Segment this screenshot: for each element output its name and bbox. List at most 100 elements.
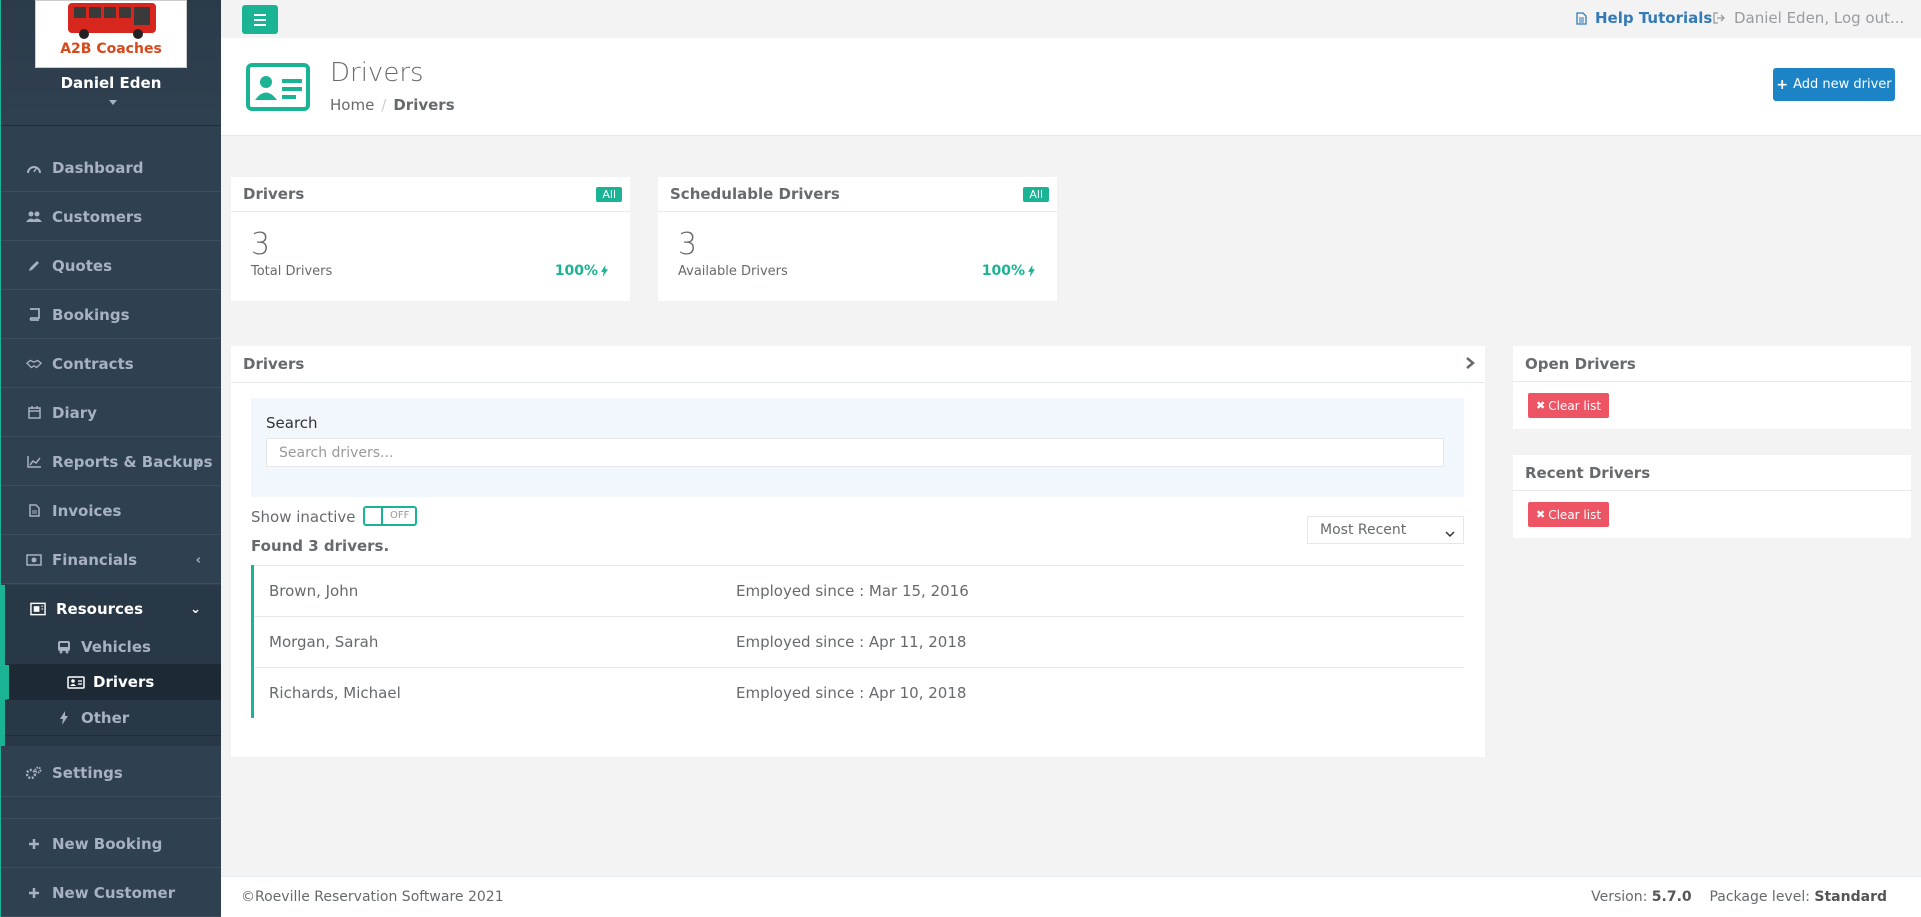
id-card-icon — [246, 63, 310, 115]
bus-icon — [55, 639, 73, 655]
sidebar-item-customers[interactable]: Customers — [1, 193, 221, 241]
widget-total-drivers: Drivers All 3 Total Drivers 100% — [231, 177, 630, 301]
logout-link[interactable]: Daniel Eden, Log out... — [1713, 9, 1904, 27]
widget-badge: All — [596, 187, 622, 202]
sidebar-item-label: Customers — [52, 207, 143, 226]
id-card-icon — [67, 674, 85, 690]
sidebar-subitem-vehicles[interactable]: Vehicles — [5, 630, 221, 665]
page-title: Drivers — [330, 58, 424, 88]
sidebar-subitem-label: Drivers — [93, 673, 155, 691]
sidebar-item-label: New Booking — [52, 834, 163, 853]
widget-label: Available Drivers — [678, 264, 788, 279]
drivers-panel: Drivers Search Show inactive OFF Most Re… — [231, 346, 1485, 757]
sidebar-item-new-customer[interactable]: New Customer — [1, 869, 221, 917]
sidebar-item-label: Bookings — [52, 305, 130, 324]
plus-icon — [26, 885, 42, 901]
sidebar-subitem-label: Vehicles — [81, 638, 151, 656]
sidebar-subitem-label: Other — [81, 709, 130, 727]
calendar-icon — [26, 405, 42, 421]
sidebar-item-invoices[interactable]: Invoices — [1, 487, 221, 535]
breadcrumb-home-link[interactable]: Home — [330, 96, 374, 114]
sort-select[interactable]: Most Recent — [1307, 516, 1464, 544]
chevron-right-icon[interactable] — [1465, 356, 1475, 374]
sidebar-item-bookings[interactable]: Bookings — [1, 291, 221, 339]
resources-submenu: Vehicles Drivers Other — [1, 630, 221, 746]
sidebar-item-dashboard[interactable]: Dashboard — [1, 144, 221, 192]
top-bar: Help Tutorials Daniel Eden, Log out... — [221, 0, 1921, 38]
sidebar-subitem-other[interactable]: Other — [5, 701, 221, 736]
file-icon — [26, 503, 42, 519]
sidebar-divider — [1, 799, 221, 819]
close-icon: ✖ — [1536, 399, 1546, 412]
add-new-driver-label: Add new driver — [1793, 77, 1892, 92]
toggle-knob — [365, 508, 383, 524]
package-value: Standard — [1814, 889, 1887, 905]
widget-header: Schedulable Drivers All — [658, 177, 1057, 212]
driver-employed-since: Employed since : Mar 15, 2016 — [736, 582, 969, 600]
panel-header: Drivers — [231, 346, 1485, 383]
plus-icon — [26, 836, 42, 852]
driver-name[interactable]: Richards, Michael — [269, 684, 401, 702]
widget-title: Drivers — [243, 185, 305, 203]
sidebar-item-label: Diary — [52, 403, 97, 422]
sidebar-item-resources[interactable]: Resources ⌄ — [1, 585, 221, 633]
bolt-icon — [1028, 265, 1035, 277]
profile-caret-icon[interactable] — [109, 100, 117, 105]
found-count: Found 3 drivers. — [251, 537, 390, 555]
sidebar-item-label: Contracts — [52, 354, 134, 373]
sidebar-item-contracts[interactable]: Contracts — [1, 340, 221, 388]
driver-name[interactable]: Brown, John — [269, 582, 358, 600]
page-heading: Drivers Home / Drivers + Add new driver — [221, 38, 1921, 136]
recent-drivers-title: Recent Drivers — [1513, 455, 1911, 491]
dashboard-icon — [26, 160, 42, 176]
clear-list-label: Clear list — [1548, 398, 1602, 413]
show-inactive-toggle[interactable]: OFF — [363, 506, 417, 526]
sidebar-item-label: Financials — [52, 550, 138, 569]
widget-percentage-value: 100% — [554, 263, 598, 279]
sidebar-item-reports[interactable]: Reports & Backups ‹ — [1, 438, 221, 486]
sidebar-item-financials[interactable]: Financials ‹ — [1, 536, 221, 584]
sidebar-item-quotes[interactable]: Quotes — [1, 242, 221, 290]
sidebar-subitem-drivers[interactable]: Drivers — [5, 665, 221, 700]
help-tutorials-link[interactable]: Help Tutorials — [1576, 9, 1712, 27]
sidebar-item-label: Reports & Backups — [52, 452, 213, 471]
table-row[interactable]: Morgan, Sarah Employed since : Apr 11, 2… — [254, 616, 1464, 667]
sidebar-item-settings[interactable]: Settings — [1, 749, 221, 797]
gears-icon — [26, 765, 42, 781]
plus-icon: + — [1776, 76, 1789, 93]
pencil-icon — [26, 258, 42, 274]
breadcrumb: Home / Drivers — [330, 96, 455, 114]
chevron-left-icon: ‹ — [195, 553, 201, 568]
widget-value: 3 — [678, 227, 698, 262]
search-input[interactable] — [266, 438, 1444, 467]
driver-name[interactable]: Morgan, Sarah — [269, 633, 378, 651]
widget-schedulable-drivers: Schedulable Drivers All 3 Available Driv… — [658, 177, 1057, 301]
sidebar-item-new-booking[interactable]: New Booking — [1, 820, 221, 868]
driver-employed-since: Employed since : Apr 11, 2018 — [736, 633, 967, 651]
users-icon — [26, 209, 42, 225]
widget-percentage: 100% — [555, 263, 608, 279]
bolt-icon — [55, 710, 73, 726]
search-label: Search — [266, 414, 318, 432]
breadcrumb-separator: / — [381, 96, 387, 114]
clear-list-label: Clear list — [1548, 507, 1602, 522]
company-logo: A2B Coaches — [35, 0, 187, 68]
clear-open-list-button[interactable]: ✖ Clear list — [1528, 393, 1610, 418]
table-row[interactable]: Brown, John Employed since : Mar 15, 201… — [254, 565, 1464, 616]
resources-icon — [30, 601, 46, 617]
add-new-driver-button[interactable]: + Add new driver — [1773, 68, 1895, 101]
profile-name[interactable]: Daniel Eden — [1, 74, 221, 92]
open-drivers-panel: Open Drivers ✖ Clear list — [1513, 346, 1911, 429]
recent-drivers-panel: Recent Drivers ✖ Clear list — [1513, 455, 1911, 538]
menu-toggle-button[interactable] — [242, 5, 278, 34]
panel-title: Drivers — [243, 355, 305, 373]
footer: ©Roeville Reservation Software 2021 Vers… — [221, 876, 1921, 917]
profile-area: A2B Coaches Daniel Eden — [1, 0, 221, 126]
clear-recent-list-button[interactable]: ✖ Clear list — [1528, 502, 1610, 527]
money-icon — [26, 552, 42, 568]
table-row[interactable]: Richards, Michael Employed since : Apr 1… — [254, 667, 1464, 718]
sidebar-item-diary[interactable]: Diary — [1, 389, 221, 437]
widget-header: Drivers All — [231, 177, 630, 212]
chevron-down-icon — [1445, 526, 1455, 542]
toggle-state: OFF — [390, 510, 410, 521]
